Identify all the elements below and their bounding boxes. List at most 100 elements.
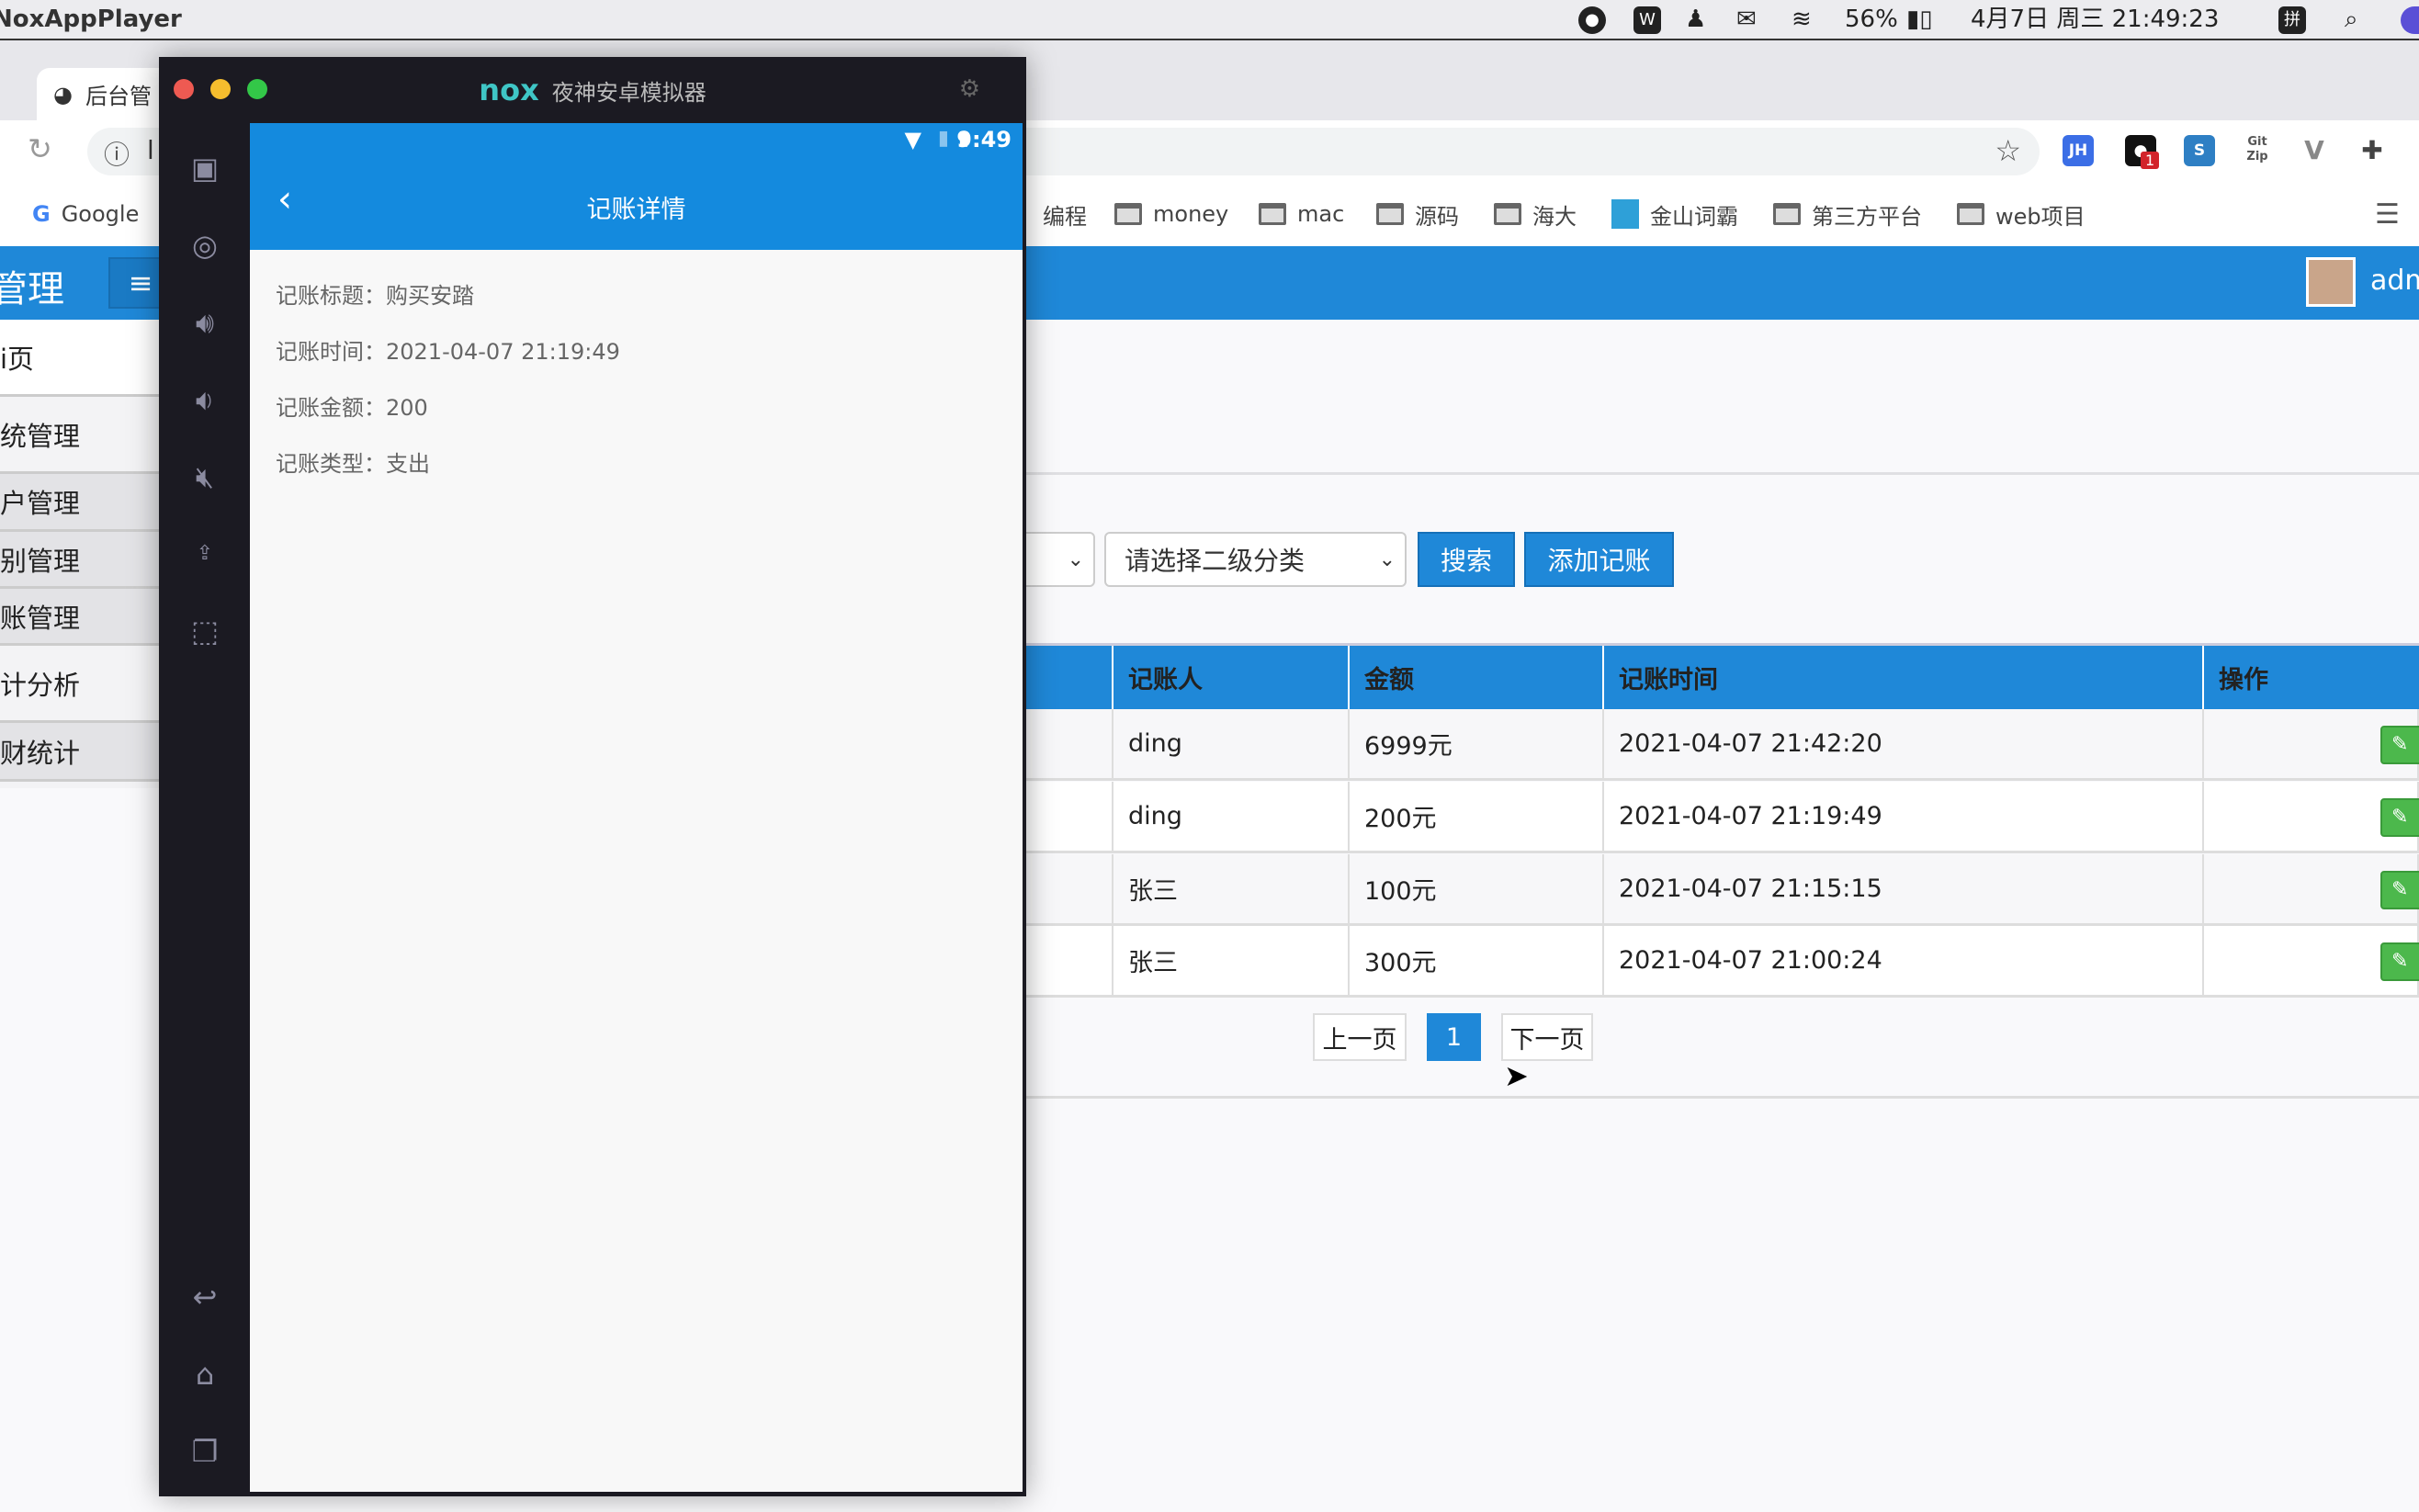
globe-icon: ◕	[53, 81, 73, 107]
url-text[interactable]: l	[147, 135, 154, 165]
table-cell: ding	[1113, 782, 1350, 853]
table-cell: 2021-04-07 21:00:24	[1604, 926, 2204, 998]
close-icon[interactable]	[174, 79, 194, 99]
bookmark-folder[interactable]: 海大	[1494, 198, 1577, 231]
clock[interactable]: 4月7日 周三 21:49:23	[1971, 6, 2219, 33]
reload-icon[interactable]: ↻	[28, 131, 52, 166]
siri-icon[interactable]	[2401, 6, 2419, 34]
bookmark-folder[interactable]: money	[1114, 201, 1228, 227]
edit-button[interactable]: ✎	[2380, 871, 2419, 909]
sidebar-item-users[interactable]: 户管理	[0, 474, 161, 532]
volume-down-icon[interactable]: 🔉︎	[187, 381, 223, 418]
vue-icon[interactable]: V	[2299, 135, 2330, 166]
header-recorder: 记账人	[1113, 646, 1350, 709]
wps-icon[interactable]: W	[1633, 6, 1661, 34]
header-actions: 操作	[2204, 646, 2419, 709]
mac-menubar: NoxAppPlayer ● W ♟ ✉ ≋ 56% ▮▯ 4月7日 周三 21…	[0, 0, 2419, 40]
nox-logo: nox	[479, 73, 539, 107]
home-icon[interactable]: ⌂	[187, 1356, 223, 1393]
phone-time: 9:49	[956, 127, 1012, 152]
edit-button[interactable]: ✎	[2380, 942, 2419, 981]
header-amount: 金额	[1350, 646, 1604, 709]
bookmark-folder[interactable]: mac	[1259, 201, 1344, 227]
username[interactable]: adm	[2370, 265, 2419, 297]
reading-list-icon[interactable]: ☰	[2375, 198, 2400, 231]
mute-icon[interactable]: 🔇︎	[187, 458, 223, 495]
prev-page-button[interactable]: 上一页	[1313, 1013, 1407, 1061]
detail-title: 记账标题：购买安踏	[276, 283, 474, 309]
second-category-select[interactable]: 请选择二级分类 ⌄	[1104, 532, 1407, 587]
table-cell	[1026, 709, 1113, 781]
jinshan-icon	[1611, 199, 1639, 229]
sidebar: i页 统管理 户管理 别管理 账管理 计分析 财统计	[0, 320, 161, 788]
search-button[interactable]: 搜索	[1418, 532, 1515, 587]
emulator-titlebar[interactable]: nox 夜神安卓模拟器 ⚙	[159, 57, 1026, 123]
table-cell: 300元	[1350, 926, 1604, 998]
gitzip-icon[interactable]: Git Zip	[2242, 135, 2273, 166]
sidebar-item-analysis[interactable]: 计分析	[0, 646, 161, 723]
location-icon[interactable]: ◎	[187, 227, 223, 264]
folder-icon	[1494, 203, 1521, 225]
input-method[interactable]: 拼	[2278, 6, 2306, 34]
chevron-down-icon: ⌄	[1067, 547, 1084, 571]
header-time: 记账时间	[1604, 646, 2204, 709]
sidebar-item-finance[interactable]: 财统计	[0, 723, 161, 782]
apk-install-icon[interactable]: ⇪	[187, 536, 223, 572]
info-icon[interactable]: ⓘ	[104, 135, 130, 172]
app-name[interactable]: NoxAppPlayer	[0, 6, 182, 33]
mouse-cursor-icon: ➤	[1504, 1058, 1529, 1093]
macro-icon[interactable]: ⬚	[187, 613, 223, 649]
sidebar-item-records[interactable]: 账管理	[0, 589, 161, 646]
tab-title: 后台管	[85, 84, 152, 109]
bookmark-folder[interactable]: 源码	[1376, 198, 1459, 231]
record-icon[interactable]: ●	[1578, 6, 1606, 34]
detail-time: 记账时间：2021-04-07 21:19:49	[276, 339, 620, 365]
folder-icon	[1376, 203, 1404, 225]
bookmark-folder[interactable]: web项目	[1957, 198, 2086, 231]
add-record-button[interactable]: 添加记账	[1524, 532, 1674, 587]
recent-apps-icon[interactable]: ❐	[187, 1433, 223, 1470]
sidebar-item-home[interactable]: i页	[0, 320, 161, 397]
back-icon[interactable]: ↩	[187, 1279, 223, 1315]
battery-percent: 56%	[1845, 6, 1898, 33]
folder-icon	[1114, 203, 1142, 225]
table-cell	[1026, 926, 1113, 998]
wechat-icon[interactable]: ✉	[1736, 6, 1757, 33]
bookmark-folder[interactable]: 第三方平台	[1773, 198, 1922, 231]
admin-title: 管理	[0, 268, 64, 310]
table-cell: ding	[1113, 709, 1350, 781]
puzzle-icon[interactable]: ✚	[2357, 135, 2388, 166]
folder-icon	[1957, 203, 1984, 225]
spotlight-icon[interactable]: ⌕	[2345, 6, 2358, 33]
bookmark-folder[interactable]: 编程	[1043, 198, 1087, 231]
sidebar-item-system[interactable]: 统管理	[0, 397, 161, 474]
volume-up-icon[interactable]: 🔊︎	[187, 304, 223, 341]
edit-button[interactable]: ✎	[2380, 798, 2419, 837]
detail-amount: 记账金额：200	[276, 395, 428, 421]
battery-icon[interactable]: ▮▯	[1906, 6, 1933, 33]
bookmark-jinshan[interactable]: 金山词霸	[1611, 198, 1738, 231]
table-cell: 6999元	[1350, 709, 1604, 781]
phone-screen: ▼ ▮ ▮ 9:49 ‹ 记账详情 记账标题：购买安踏 记账时间：2021-04…	[250, 123, 1023, 1492]
emulator-title: 夜神安卓模拟器	[551, 79, 706, 106]
star-icon[interactable]: ☆	[1995, 133, 2021, 168]
bookmark-google[interactable]: G Google	[32, 201, 139, 227]
folder-icon	[1773, 203, 1801, 225]
gear-icon[interactable]: ⚙	[959, 75, 980, 103]
emulator-window: nox 夜神安卓模拟器 ⚙ ▣ ◎ 🔊︎ 🔉︎ 🔇︎ ⇪ ⬚ ↩ ⌂ ❐ ▼ ▮…	[159, 57, 1026, 1496]
wifi-icon[interactable]: ≋	[1792, 6, 1812, 33]
edit-button[interactable]: ✎	[2380, 726, 2419, 764]
jh-extension-icon[interactable]: JH	[2063, 135, 2094, 166]
next-page-button[interactable]: 下一页	[1501, 1013, 1593, 1061]
keyboard-icon[interactable]: ▣	[187, 150, 223, 186]
table-cell: 2021-04-07 21:19:49	[1604, 782, 2204, 853]
qq-icon[interactable]: ♟	[1685, 6, 1706, 33]
page-1-button[interactable]: 1	[1427, 1013, 1481, 1061]
maximize-icon[interactable]	[247, 79, 267, 99]
minimize-icon[interactable]	[210, 79, 231, 99]
table-cell: 张三	[1113, 854, 1350, 926]
table-header-cell	[1026, 646, 1113, 709]
s-extension-icon[interactable]: S	[2184, 135, 2215, 166]
sidebar-item-categories[interactable]: 别管理	[0, 532, 161, 589]
avatar[interactable]	[2306, 257, 2356, 307]
